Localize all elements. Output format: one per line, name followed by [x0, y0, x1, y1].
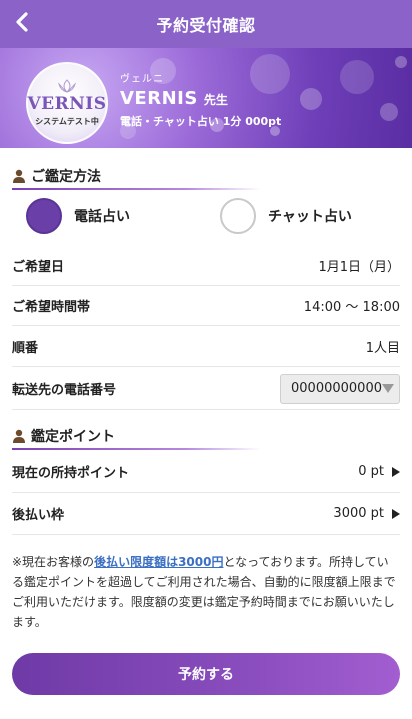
radio-chat[interactable]: チャット占い — [220, 198, 352, 234]
deferred-payment-value: 3000 pt — [333, 506, 384, 521]
time-row: ご希望時間帯 14:00 〜 18:00 — [12, 286, 400, 326]
teacher-info: ヴェルニ VERNIS 先生 電話・チャット占い 1分 000pt — [120, 70, 281, 129]
limit-note: ※現在お客様の後払い限度額は3000円となっております。所持している鑑定ポイント… — [12, 552, 400, 632]
note-prefix: ※現在お客様の — [12, 555, 95, 569]
teacher-avatar: VERNIS システムテスト中 — [26, 62, 108, 144]
person-icon — [13, 169, 25, 183]
person-icon — [13, 429, 25, 443]
teacher-kana-name: ヴェルニ — [120, 74, 164, 85]
order-label: 順番 — [12, 341, 39, 356]
points-section-title: 鑑定ポイント — [31, 429, 115, 445]
teacher-banner: VERNIS システムテスト中 ヴェルニ VERNIS 先生 電話・チャット占い… — [0, 48, 412, 148]
avatar-brand: VERNIS — [27, 94, 107, 114]
date-label: ご希望日 — [12, 260, 65, 275]
time-value: 14:00 〜 18:00 — [303, 300, 400, 315]
date-value: 1月1日（月） — [318, 260, 400, 275]
header-bar: 予約受付確認 — [0, 0, 412, 48]
phone-select-value: 00000000000 — [291, 381, 382, 396]
teacher-rate: 電話・チャット占い 1分 000pt — [120, 115, 282, 128]
avatar-sub-label: システムテスト中 — [35, 117, 99, 126]
teacher-honorific: 先生 — [203, 93, 228, 107]
lotus-icon — [58, 79, 76, 93]
order-value: 1人目 — [365, 341, 400, 356]
phone-select[interactable]: 00000000000 — [280, 373, 400, 404]
radio-phone-label: 電話占い — [74, 209, 130, 225]
date-row: ご希望日 1月1日（月） — [12, 246, 400, 286]
time-label: ご希望時間帯 — [12, 300, 91, 315]
method-section-heading: ご鑑定方法 — [12, 164, 260, 190]
phone-row: 転送先の電話番号 00000000000 — [12, 368, 400, 410]
back-button[interactable] — [8, 8, 36, 36]
page-title: 予約受付確認 — [156, 16, 256, 35]
teacher-name: VERNIS — [120, 88, 198, 109]
reserve-button[interactable]: 予約する — [12, 653, 400, 695]
caret-down-icon — [381, 384, 394, 393]
deferred-payment-label: 後払い枠 — [12, 508, 65, 523]
radio-phone[interactable]: 電話占い — [26, 198, 130, 234]
current-points-value: 0 pt — [358, 464, 384, 479]
current-points-row[interactable]: 現在の所持ポイント 0 pt — [12, 451, 400, 493]
radio-phone-circle[interactable] — [26, 198, 62, 234]
chevron-right-icon — [392, 508, 400, 519]
order-row: 順番 1人目 — [12, 327, 400, 367]
chevron-left-icon — [16, 12, 28, 32]
points-section-heading: 鑑定ポイント — [12, 424, 260, 450]
method-radio-group: 電話占い チャット占い — [0, 198, 412, 242]
radio-chat-circle[interactable] — [220, 198, 256, 234]
phone-label: 転送先の電話番号 — [12, 383, 117, 398]
deferred-payment-row[interactable]: 後払い枠 3000 pt — [12, 493, 400, 535]
current-points-label: 現在の所持ポイント — [12, 466, 130, 481]
chevron-right-icon — [392, 466, 400, 477]
radio-chat-label: チャット占い — [268, 209, 352, 225]
method-section-title: ご鑑定方法 — [31, 169, 101, 185]
limit-link[interactable]: 後払い限度額は3000円 — [94, 555, 223, 569]
